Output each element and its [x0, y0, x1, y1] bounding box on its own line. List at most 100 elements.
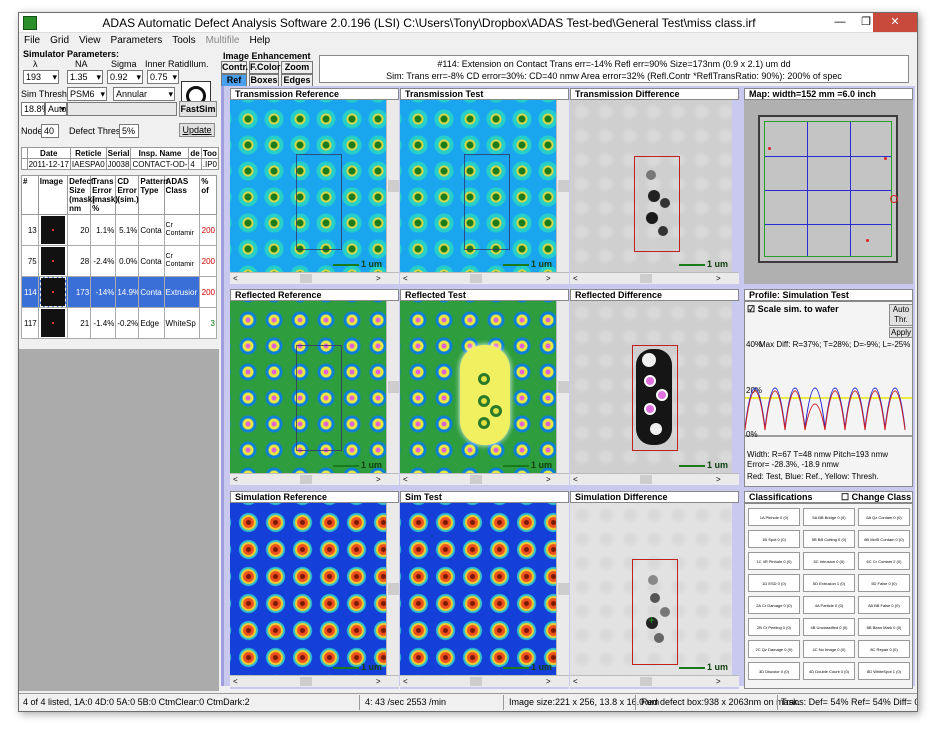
sigma-select[interactable]: 0.92: [107, 70, 143, 84]
horizontal-scrollbar[interactable]: < >: [400, 675, 569, 687]
horizontal-scrollbar[interactable]: < >: [230, 473, 399, 485]
auto-select[interactable]: Auto: [45, 102, 67, 116]
reflected-reference-image[interactable]: 1 um: [230, 301, 386, 473]
auto-thr-button[interactable]: Auto Thr.: [889, 304, 913, 326]
class-button[interactable]: 1B Spot 0 (0): [748, 530, 800, 548]
na-select[interactable]: 1.35: [67, 70, 103, 84]
horizontal-scrollbar[interactable]: < >: [400, 272, 569, 284]
class-button[interactable]: 8D WhiteSpot 1 (0): [858, 662, 910, 680]
defect-thumbnail: [40, 309, 65, 337]
reflected-test-image[interactable]: 1 um: [400, 301, 556, 473]
minimize-button[interactable]: —: [827, 13, 853, 32]
horizontal-scrollbar[interactable]: < >: [570, 473, 739, 485]
class-button[interactable]: 8A BB False 0 (0): [858, 596, 910, 614]
class-button[interactable]: 6C Cr Contam 2 (0): [858, 552, 910, 570]
class-button[interactable]: 2C Qz Damage 0 (0): [748, 640, 800, 658]
class-button[interactable]: 4A Particle 0 (0): [803, 596, 855, 614]
change-class-checkbox[interactable]: ☐ Change Class: [841, 492, 911, 502]
class-button[interactable]: 4C No Image 0 (0): [803, 640, 855, 658]
menu-file[interactable]: File: [19, 33, 45, 48]
class-button[interactable]: 2B Cr Peeling 0 (0): [748, 618, 800, 636]
status-image-size: Image size:221 x 256, 13.8 x 16.0 um: [509, 697, 660, 707]
class-button[interactable]: 8C Repair 0 (0): [858, 640, 910, 658]
panel-title: Reflected Test: [400, 289, 569, 301]
simulation-difference-image[interactable]: + 1 um: [570, 503, 732, 675]
panel-sim-test: Sim Test 1 um < >: [400, 491, 569, 689]
scale-sim-checkbox[interactable]: ☑ Scale sim. to wafer: [747, 304, 839, 315]
panel-transmission-reference: Transmission Reference 1 um < >: [230, 88, 399, 286]
class-button[interactable]: 5A BB Bridge 0 (0): [803, 508, 855, 526]
class-button[interactable]: 5C Intrusion 0 (0): [803, 552, 855, 570]
vertical-scrollbar[interactable]: [556, 301, 569, 473]
vertical-scrollbar[interactable]: [556, 503, 569, 675]
threshold-slider[interactable]: [67, 102, 177, 116]
close-button[interactable]: ✕: [873, 13, 917, 32]
col-reticle: Reticle: [69, 147, 107, 159]
wafer-map[interactable]: [744, 100, 913, 284]
class-button[interactable]: 3D Discolor 0 (0): [748, 662, 800, 680]
class-button[interactable]: 4D Double Count 0 (0): [803, 662, 855, 680]
vertical-scrollbar[interactable]: [386, 301, 399, 473]
psm-select[interactable]: PSM6: [67, 87, 107, 101]
horizontal-scrollbar[interactable]: < >: [230, 272, 399, 284]
fcolor-button[interactable]: F.Color: [249, 61, 281, 74]
class-button[interactable]: 1D ESD 0 (0): [748, 574, 800, 592]
defect-thresh-label: Defect Thresh: [69, 126, 126, 136]
transmission-reference-image[interactable]: 1 um: [230, 100, 386, 272]
table-row[interactable]: 117 21 -1.4% -0.2% Edge WhiteSp 3: [21, 307, 217, 339]
node-input[interactable]: 40: [41, 124, 59, 138]
table-row-selected[interactable]: 114 173 -14% 14.9% Conta Extrusior 200: [21, 276, 217, 308]
panel-profile: Profile: Simulation Test ☑ Scale sim. to…: [744, 289, 913, 487]
col-cd-error: CD Error (sim.): [115, 175, 140, 215]
vertical-scrollbar[interactable]: [386, 100, 399, 272]
horizontal-scrollbar[interactable]: < >: [400, 473, 569, 485]
horizontal-scrollbar[interactable]: < >: [570, 272, 739, 284]
scale-bar: 1 um: [678, 662, 728, 672]
transmission-test-image[interactable]: 1 um: [400, 100, 556, 272]
class-button[interactable]: 6B MoSi Contam 0 (0): [858, 530, 910, 548]
col-trans-error: Trans Error (mask) %: [90, 175, 118, 215]
class-button[interactable]: 5D False 0 (0): [858, 574, 910, 592]
class-button[interactable]: 1A Pinhole 0 (0): [748, 508, 800, 526]
menu-view[interactable]: View: [74, 33, 106, 48]
class-button[interactable]: 5D Extrusion 1 (0): [803, 574, 855, 592]
profile-legend: Red: Test, Blue: Ref., Yellow: Thresh.: [747, 472, 879, 481]
table-row[interactable]: 13 20 1.1% 5.1% Conta Cr Contamir 200: [21, 214, 217, 246]
table-row[interactable]: 75 28 -2.4% 0.0% Conta Cr Contamir 200: [21, 245, 217, 277]
panel-title: Reflected Reference: [230, 289, 399, 301]
apply-button[interactable]: Apply: [889, 327, 913, 338]
metadata-row[interactable]: 2011-12-17 IAESPA0 J0038 CONTACT-OD- 4 .…: [21, 158, 220, 170]
update-button[interactable]: Update: [179, 123, 215, 137]
scale-bar: 1 um: [678, 259, 728, 269]
inner-ratio-label: Inner Ratio: [145, 59, 190, 69]
menu-parameters[interactable]: Parameters: [106, 33, 168, 48]
reflected-difference-image[interactable]: 1 um: [570, 301, 732, 473]
defect-thresh-input[interactable]: 5%: [119, 124, 139, 138]
class-button[interactable]: 4B Unclassified 0 (0): [803, 618, 855, 636]
class-button[interactable]: 2A Cr Damage 0 (0): [748, 596, 800, 614]
zoom-button[interactable]: Zoom 5: [281, 61, 313, 83]
horizontal-scrollbar[interactable]: < >: [230, 675, 399, 687]
error-text: Error= -28.3%, -18.9 nmw: [747, 460, 839, 469]
lambda-select[interactable]: 193: [23, 70, 59, 84]
threshold-percent[interactable]: 18.8%: [21, 102, 50, 116]
menu-tools[interactable]: Tools: [167, 33, 200, 48]
panel-title: Classifications ☐ Change Class: [744, 491, 913, 503]
menu-help[interactable]: Help: [244, 33, 275, 48]
horizontal-scrollbar[interactable]: < >: [570, 675, 739, 687]
class-button[interactable]: 1C 4R Pinhole 0 (0): [748, 552, 800, 570]
class-button[interactable]: 8B Bean Mark 0 (0): [858, 618, 910, 636]
contr-button[interactable]: Contr.: [221, 61, 248, 74]
simulation-reference-image[interactable]: 1 um: [230, 503, 386, 675]
illum-mode-select[interactable]: Annular: [113, 87, 175, 101]
sim-test-image[interactable]: 1 um: [400, 503, 556, 675]
menu-grid[interactable]: Grid: [45, 33, 74, 48]
class-button[interactable]: 5B BB Cutting 0 (0): [803, 530, 855, 548]
fastsim-button[interactable]: FastSim: [179, 101, 217, 117]
transmission-difference-image[interactable]: 1 um: [570, 100, 732, 272]
class-button[interactable]: 6A Qz Contam 0 (0): [858, 508, 910, 526]
panel-title: Transmission Reference: [230, 88, 399, 100]
vertical-scrollbar[interactable]: [386, 503, 399, 675]
inner-ratio-select[interactable]: 0.75: [147, 70, 179, 84]
vertical-scrollbar[interactable]: [556, 100, 569, 272]
